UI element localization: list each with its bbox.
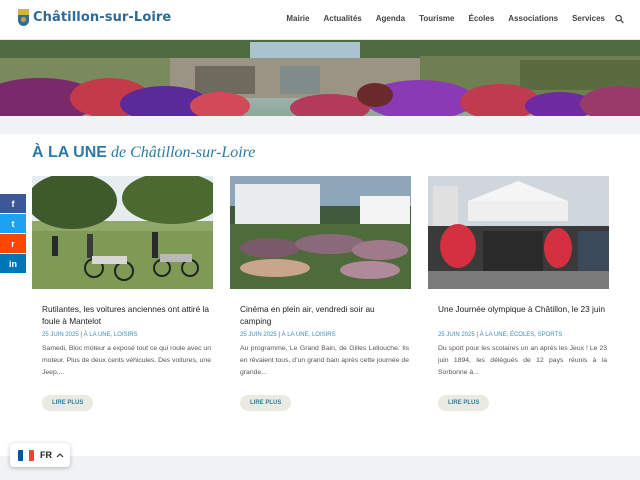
twitter-icon[interactable]: t	[0, 214, 26, 233]
article-card: Rutilantes, les voitures anciennes ont a…	[32, 176, 213, 411]
linkedin-icon[interactable]: in	[0, 254, 26, 273]
nav-item-services[interactable]: Services	[572, 14, 605, 23]
article-image[interactable]	[32, 176, 213, 289]
hero-banner-image	[0, 40, 640, 116]
article-meta: 25 JUIN 2025 | À LA UNE, LOISIRS	[42, 332, 138, 338]
logo-text: Châtillon-sur-Loire	[33, 10, 172, 25]
france-flag-icon	[18, 449, 34, 461]
article-excerpt: Au programme, Le Grand Bain, de Gilles L…	[240, 345, 409, 377]
article-image[interactable]	[230, 176, 411, 289]
article-card: Une Journée olympique à Châtillon, le 23…	[428, 176, 609, 411]
chevron-up-icon	[56, 453, 64, 458]
site-header: Châtillon-sur-Loire Mairie Actualités Ag…	[0, 0, 640, 40]
language-switcher[interactable]: FR	[10, 443, 70, 467]
article-excerpt: Du sport pour les scolaires un an après …	[438, 345, 607, 377]
headlines-section: À LA UNE de Châtillon-sur-Loire Rutilant…	[0, 134, 640, 456]
article-title[interactable]: Une Journée olympique à Châtillon, le 23…	[428, 304, 609, 327]
article-categories[interactable]: À LA UNE, LOISIRS	[84, 332, 138, 338]
read-more-button[interactable]: LIRE PLUS	[42, 395, 94, 411]
article-categories[interactable]: À LA UNE, LOISIRS	[282, 332, 336, 338]
article-date: 25 JUIN 2025	[42, 332, 79, 338]
article-title[interactable]: Cinéma en plein air, vendredi soir au ca…	[230, 304, 411, 327]
site-logo[interactable]: Châtillon-sur-Loire	[18, 9, 171, 26]
article-image[interactable]	[428, 176, 609, 289]
nav-item-associations[interactable]: Associations	[508, 14, 558, 23]
section-title: À LA UNE de Châtillon-sur-Loire	[32, 144, 256, 161]
article-categories[interactable]: À LA UNE, ÉCOLES, SPORTS	[480, 332, 563, 338]
reddit-icon[interactable]: r	[0, 234, 26, 253]
article-meta: 25 JUIN 2025 | À LA UNE, ÉCOLES, SPORTS	[438, 332, 563, 338]
nav-item-mairie[interactable]: Mairie	[286, 14, 309, 23]
article-date: 25 JUIN 2025	[240, 332, 277, 338]
read-more-button[interactable]: LIRE PLUS	[438, 395, 490, 411]
nav-item-actualites[interactable]: Actualités	[323, 14, 361, 23]
facebook-icon[interactable]: f	[0, 194, 26, 213]
nav-item-ecoles[interactable]: Écoles	[468, 14, 494, 23]
article-excerpt: Samedi, Bloc moteur a exposé tout ce qui…	[42, 345, 211, 377]
search-icon[interactable]	[615, 14, 624, 24]
article-card: Cinéma en plein air, vendredi soir au ca…	[230, 176, 411, 411]
social-share-bar: f t r in	[0, 194, 26, 274]
language-code: FR	[40, 450, 52, 460]
article-date: 25 JUIN 2025	[438, 332, 475, 338]
article-meta: 25 JUIN 2025 | À LA UNE, LOISIRS	[240, 332, 336, 338]
nav-item-tourisme[interactable]: Tourisme	[419, 14, 454, 23]
crest-icon	[18, 9, 29, 26]
article-title[interactable]: Rutilantes, les voitures anciennes ont a…	[32, 304, 213, 327]
nav-item-agenda[interactable]: Agenda	[376, 14, 405, 23]
read-more-button[interactable]: LIRE PLUS	[240, 395, 292, 411]
main-nav: Mairie Actualités Agenda Tourisme Écoles…	[272, 14, 605, 23]
